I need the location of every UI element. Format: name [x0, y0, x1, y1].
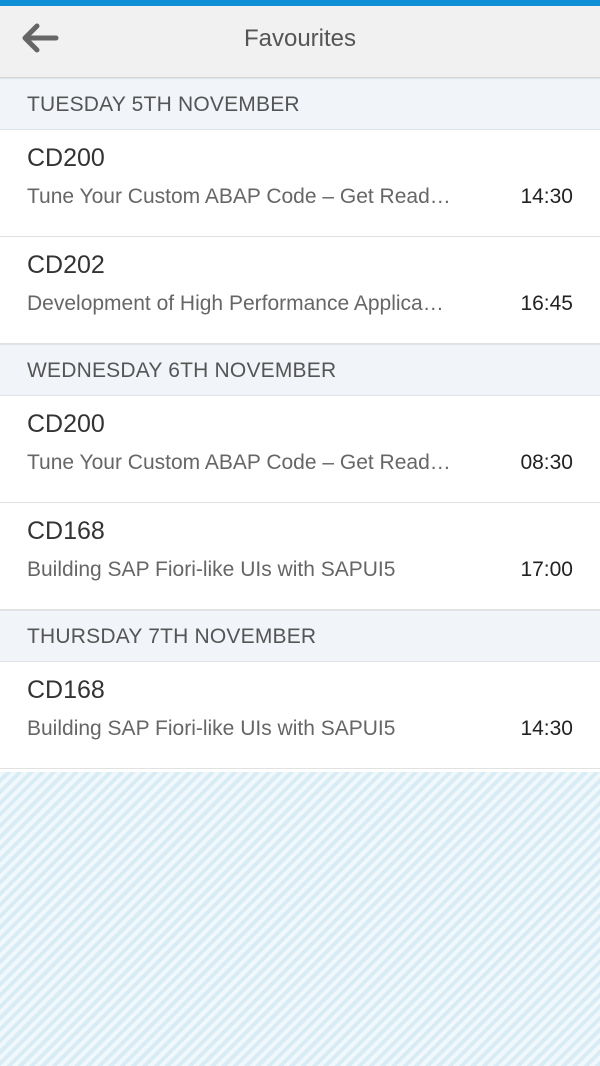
session-title: Building SAP Fiori-like UIs with SAPUI5: [27, 717, 396, 740]
back-button[interactable]: [16, 20, 64, 60]
session-title: Building SAP Fiori-like UIs with SAPUI5: [27, 558, 396, 581]
empty-background: [0, 772, 600, 1066]
list-item[interactable]: CD168 Building SAP Fiori-like UIs with S…: [0, 662, 600, 769]
session-title: Tune Your Custom ABAP Code – Get Read…: [27, 451, 451, 474]
session-time: 14:30: [520, 185, 573, 208]
arrow-left-icon: [21, 23, 59, 58]
session-time: 17:00: [520, 558, 573, 581]
session-time: 14:30: [520, 717, 573, 740]
session-code: CD168: [27, 676, 105, 704]
favourites-list: TUESDAY 5TH NOVEMBER CD200 Tune Your Cus…: [0, 78, 600, 769]
list-item[interactable]: CD200 Tune Your Custom ABAP Code – Get R…: [0, 396, 600, 503]
session-code: CD202: [27, 251, 105, 279]
list-item[interactable]: CD168 Building SAP Fiori-like UIs with S…: [0, 503, 600, 610]
session-code: CD200: [27, 144, 105, 172]
list-item[interactable]: CD200 Tune Your Custom ABAP Code – Get R…: [0, 130, 600, 237]
page-title: Favourites: [243, 25, 357, 52]
session-code: CD168: [27, 517, 105, 545]
session-time: 16:45: [520, 292, 573, 315]
session-title: Development of High Performance Applica…: [27, 292, 444, 315]
list-item[interactable]: CD202 Development of High Performance Ap…: [0, 237, 600, 344]
session-time: 08:30: [520, 451, 573, 474]
app-header: Favourites: [0, 6, 600, 78]
group-header-thursday: THURSDAY 7TH NOVEMBER: [0, 610, 600, 662]
group-header-tuesday: TUESDAY 5TH NOVEMBER: [0, 78, 600, 130]
session-code: CD200: [27, 410, 105, 438]
group-header-wednesday: WEDNESDAY 6TH NOVEMBER: [0, 344, 600, 396]
session-title: Tune Your Custom ABAP Code – Get Read…: [27, 185, 451, 208]
